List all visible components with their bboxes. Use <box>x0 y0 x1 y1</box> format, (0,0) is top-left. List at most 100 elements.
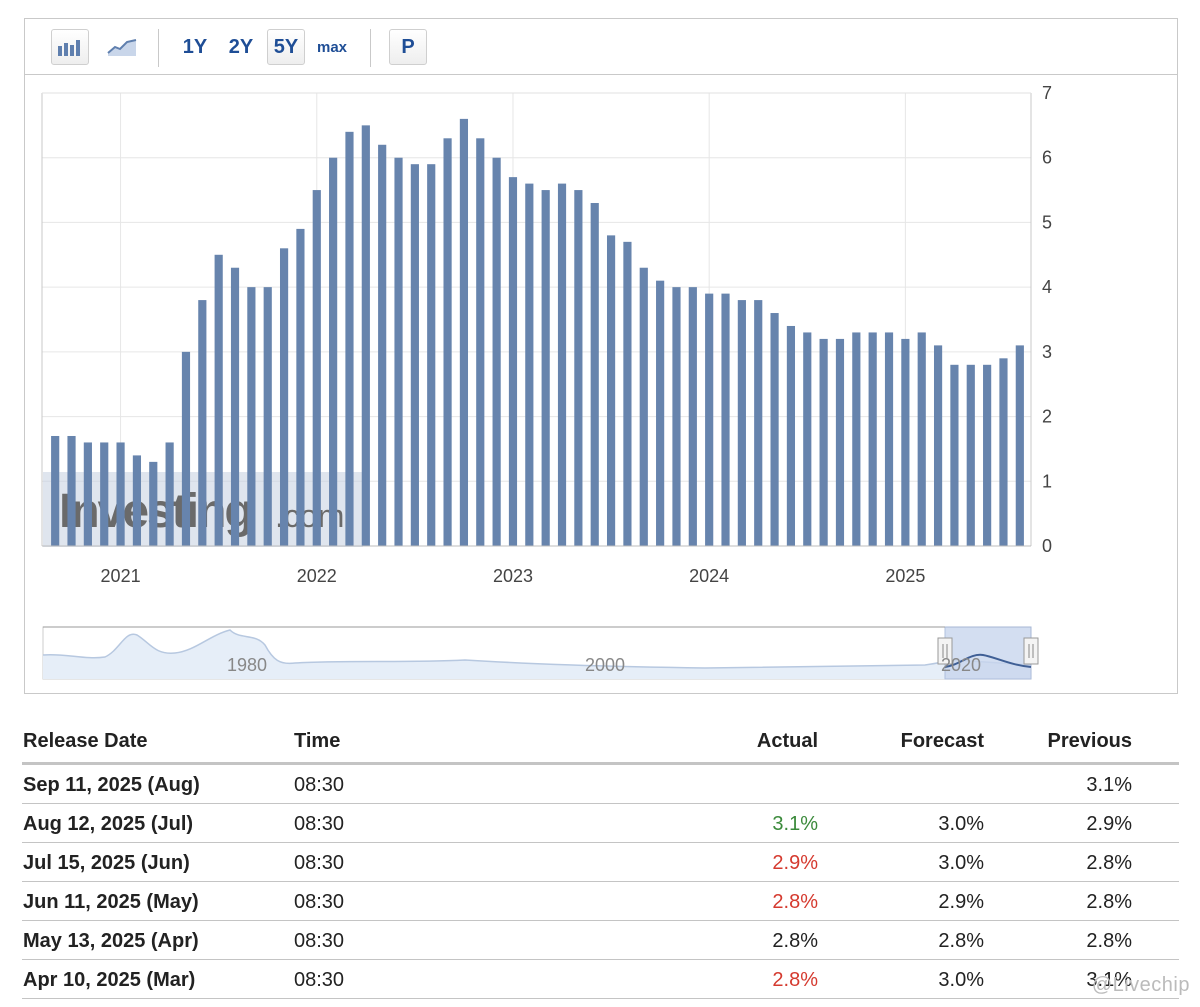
watermark: @Livechip <box>1091 974 1190 996</box>
bar <box>345 131 354 547</box>
line-chart-button[interactable] <box>103 29 141 65</box>
range-button-5y[interactable]: 5Y <box>267 29 305 65</box>
bar <box>656 280 665 546</box>
bar <box>786 325 796 546</box>
bar <box>247 287 256 546</box>
x-tick-label: 2024 <box>689 566 729 586</box>
bar <box>1015 345 1024 546</box>
time-cell: 08:30 <box>294 852 345 874</box>
navigator-label: 2020 <box>941 655 981 675</box>
actual-cell: 3.1% <box>772 813 818 835</box>
bar <box>770 313 779 546</box>
navigator-handle[interactable] <box>1023 637 1039 665</box>
forecast-cell: 3.0% <box>938 969 984 991</box>
bar <box>737 300 746 546</box>
bar <box>819 338 828 546</box>
bar <box>901 338 910 546</box>
x-tick-label: 2023 <box>493 566 533 586</box>
range-button-1y[interactable]: 1Y <box>175 29 215 65</box>
bar <box>181 351 191 546</box>
header-previous: Previous <box>1047 730 1132 752</box>
previous-cell: 2.9% <box>1086 813 1132 835</box>
bar <box>427 164 436 546</box>
bar <box>296 228 305 546</box>
bar <box>443 138 452 547</box>
actual-cell: 2.8% <box>772 891 818 913</box>
line-chart-icon <box>107 39 137 56</box>
navigator-label: 1980 <box>227 655 267 675</box>
table-row: Aug 12, 2025 (Jul) 08:30 3.1% 3.0% 2.9% <box>22 804 1179 843</box>
release-date-cell: May 13, 2025 (Apr) <box>23 930 199 952</box>
bar <box>590 203 599 546</box>
bar <box>378 144 387 546</box>
bar <box>165 442 174 546</box>
range-navigator[interactable]: 1980 2000 2020 <box>42 626 1039 680</box>
actual-cell: 2.9% <box>772 852 818 874</box>
bar <box>410 164 419 546</box>
release-date-cell: Sep 11, 2025 (Aug) <box>23 774 200 796</box>
table-header: Release Date Time Actual Forecast Previo… <box>22 720 1179 765</box>
previous-cell: 2.8% <box>1086 891 1132 913</box>
bar-chart-button[interactable] <box>51 29 89 65</box>
bar <box>541 190 550 547</box>
y-tick-label: 2 <box>1042 407 1052 427</box>
header-actual: Actual <box>756 730 818 752</box>
bar <box>67 435 76 546</box>
previous-cell: 2.8% <box>1086 852 1132 874</box>
bar <box>868 332 877 546</box>
x-tick-label: 2025 <box>885 566 925 586</box>
time-cell: 08:30 <box>294 774 345 796</box>
chart-plot: Investing .com 0123456720212022202320242… <box>41 83 1052 680</box>
time-cell: 08:30 <box>294 813 345 835</box>
y-tick-label: 3 <box>1042 342 1052 362</box>
table-row: Sep 11, 2025 (Aug) 08:30 3.1% <box>22 765 1179 804</box>
bar <box>51 435 60 546</box>
bar <box>525 183 534 546</box>
forecast-cell: 3.0% <box>938 852 984 874</box>
release-date-cell: Aug 12, 2025 (Jul) <box>23 813 194 835</box>
range-button-2y[interactable]: 2Y <box>221 29 261 65</box>
bar <box>639 267 648 546</box>
bar <box>574 190 583 547</box>
bar <box>606 235 616 546</box>
x-tick-label: 2021 <box>101 566 141 586</box>
bar <box>999 358 1008 546</box>
navigator-label: 2000 <box>585 655 625 675</box>
y-tick-label: 6 <box>1042 148 1052 168</box>
range-button-max[interactable]: max <box>315 29 349 65</box>
actual-cell: 2.8% <box>772 969 818 991</box>
bar <box>803 332 812 546</box>
release-date-cell: Jul 15, 2025 (Jun) <box>23 852 190 874</box>
bar <box>754 300 763 546</box>
p-button[interactable]: P <box>389 29 427 65</box>
bar <box>933 345 943 546</box>
forecast-cell: 2.9% <box>938 891 984 913</box>
release-date-cell: Apr 10, 2025 (Mar) <box>23 969 196 991</box>
x-tick-label: 2022 <box>297 566 337 586</box>
bar <box>83 442 92 546</box>
releases-table: Release Date Time Actual Forecast Previo… <box>22 720 1179 999</box>
bar <box>312 190 321 547</box>
y-tick-label: 0 <box>1042 536 1052 556</box>
release-date-cell: Jun 11, 2025 (May) <box>23 891 199 913</box>
table-row: Apr 10, 2025 (Mar) 08:30 2.8% 3.0% 3.1% <box>22 960 1179 999</box>
forecast-cell: 2.8% <box>938 930 984 952</box>
y-tick-label: 7 <box>1042 83 1052 103</box>
header-forecast: Forecast <box>900 730 984 752</box>
time-cell: 08:30 <box>294 930 345 952</box>
bar <box>214 254 223 547</box>
bar <box>835 338 845 546</box>
bar <box>361 125 370 546</box>
bar-chart-icon <box>58 40 80 56</box>
header-time: Time <box>294 730 341 752</box>
bar <box>623 241 632 547</box>
time-cell: 08:30 <box>294 891 345 913</box>
bar <box>950 364 959 546</box>
bar <box>279 248 289 547</box>
previous-cell: 2.8% <box>1086 930 1132 952</box>
toolbar-divider <box>370 29 371 67</box>
bar <box>492 157 501 546</box>
y-tick-label: 5 <box>1042 212 1052 232</box>
bar <box>459 118 469 546</box>
bar <box>116 442 125 546</box>
